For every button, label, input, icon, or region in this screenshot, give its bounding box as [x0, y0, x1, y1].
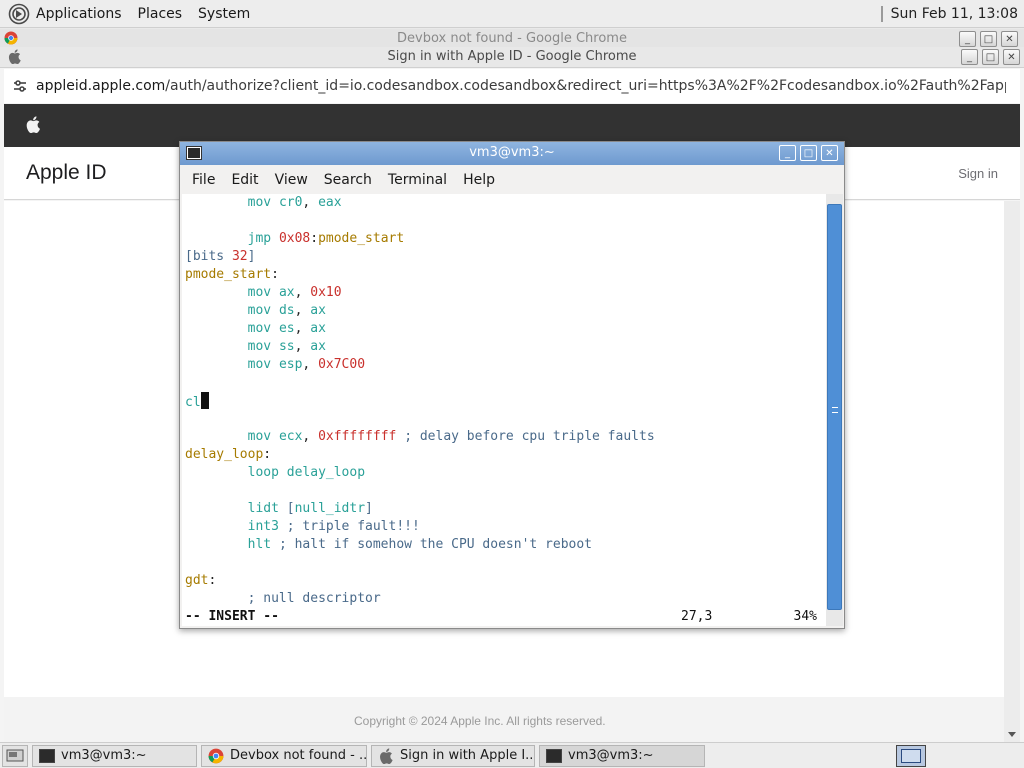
terminal-icon [39, 748, 55, 763]
menu-help[interactable]: Help [455, 172, 503, 188]
applications-menu-label: Applications [36, 5, 122, 22]
code-line: int3 ; triple fault!!! [247, 519, 420, 534]
page-scrollbar[interactable] [1004, 201, 1020, 742]
minimize-button[interactable]: _ [961, 49, 978, 65]
clock-label: Sun Feb 11, 13:08 [890, 5, 1018, 22]
code-line: mov ds, ax [247, 303, 326, 318]
menu-view[interactable]: View [267, 172, 316, 188]
workspace-1[interactable] [901, 748, 921, 763]
places-menu-label: Places [137, 5, 183, 22]
applications-menu[interactable]: Applications [0, 0, 130, 28]
menu-search[interactable]: Search [316, 172, 380, 188]
workspace-switcher[interactable] [896, 744, 926, 767]
code-line: jmp 0x08:pmode_start [247, 231, 405, 246]
code-line: delay_loop: [185, 447, 272, 462]
chrome-icon [208, 748, 224, 763]
bg-close-button[interactable]: ✕ [1001, 31, 1018, 47]
show-desktop-icon [6, 749, 24, 761]
terminal-screen[interactable]: mov cr0, eax jmp 0x08:pmode_start [bits … [182, 194, 826, 626]
cursor-position: 27,3 [681, 609, 713, 624]
code-line: mov cr0, eax [247, 195, 342, 210]
code-line: mov ss, ax [247, 339, 326, 354]
code-line: loop delay_loop [247, 465, 366, 480]
menu-file[interactable]: File [184, 172, 223, 188]
show-desktop-button[interactable] [2, 744, 28, 767]
apple-logo-icon[interactable] [26, 116, 40, 133]
terminal-scroll-thumb[interactable] [827, 204, 842, 610]
distro-logo-icon [8, 3, 30, 24]
address-bar[interactable]: appleid.apple.com/auth/authorize?client_… [4, 69, 1020, 103]
terminal-window: vm3@vm3:~ _ □ ✕ File Edit View Search Te… [179, 141, 845, 629]
code-line: mov ecx, 0xffffffff ; delay before cpu t… [247, 429, 655, 444]
terminal-scrollbar[interactable] [826, 194, 843, 626]
bottom-taskbar: vm3@vm3:~ Devbox not found - ... Sign in… [0, 742, 1024, 768]
terminal-title: vm3@vm3:~ [469, 145, 555, 160]
apple-icon [380, 747, 393, 764]
task-label: vm3@vm3:~ [568, 748, 654, 763]
code-line: gdt: [185, 573, 217, 588]
code-line: mov esp, 0x7C00 [247, 357, 366, 372]
code-line: ; null descriptor [247, 591, 381, 606]
scroll-down-arrow-icon[interactable] [1008, 732, 1016, 737]
bg-maximize-button[interactable]: □ [980, 31, 997, 47]
text-cursor [200, 392, 209, 409]
background-window-titlebar[interactable]: Devbox not found - Google Chrome _ □ ✕ [0, 29, 1024, 48]
terminal-minimize-button[interactable]: _ [779, 145, 796, 161]
maximize-button[interactable]: □ [982, 49, 999, 65]
code-line: mov es, ax [247, 321, 326, 336]
terminal-icon [546, 748, 562, 763]
chrome-titlebar[interactable]: Sign in with Apple ID - Google Chrome _ … [0, 47, 1024, 68]
task-label: Sign in with Apple I... [400, 748, 535, 763]
task-chrome-apple[interactable]: Sign in with Apple I... [371, 744, 535, 767]
places-menu[interactable]: Places [130, 0, 191, 28]
terminal-titlebar[interactable]: vm3@vm3:~ _ □ ✕ [180, 142, 844, 165]
terminal-maximize-button[interactable]: □ [800, 145, 817, 161]
code-line: [bits 32] [185, 249, 256, 264]
vim-mode: -- INSERT -- [185, 609, 279, 624]
scroll-percent: 34% [793, 609, 817, 624]
vim-status-line: -- INSERT -- 27,3 34% [185, 608, 821, 626]
code-line: pmode_start: [185, 267, 279, 282]
panel-separator [880, 5, 883, 22]
url-host: appleid.apple.com [36, 78, 166, 94]
code-line-cursor: cl [185, 392, 209, 410]
close-button[interactable]: ✕ [1003, 49, 1020, 65]
background-window-title: Devbox not found - Google Chrome [397, 31, 627, 46]
terminal-menubar: File Edit View Search Terminal Help [180, 166, 844, 193]
system-menu-label: System [198, 5, 251, 22]
page-footer: Copyright © 2024 Apple Inc. All rights r… [4, 697, 1004, 742]
url-path: /auth/authorize?client_id=io.codesandbox… [165, 78, 1006, 94]
clock[interactable]: Sun Feb 11, 13:08 [880, 5, 1024, 22]
menu-terminal[interactable]: Terminal [380, 172, 455, 188]
chrome-window-title: Sign in with Apple ID - Google Chrome [387, 49, 637, 64]
menu-edit[interactable]: Edit [223, 172, 266, 188]
task-terminal-1[interactable]: vm3@vm3:~ [32, 744, 197, 767]
task-chrome-devbox[interactable]: Devbox not found - ... [201, 744, 367, 767]
terminal-close-button[interactable]: ✕ [821, 145, 838, 161]
task-terminal-2[interactable]: vm3@vm3:~ [539, 744, 705, 767]
bg-minimize-button[interactable]: _ [959, 31, 976, 47]
sign-in-link[interactable]: Sign in [958, 166, 998, 181]
copyright-text: Copyright © 2024 Apple Inc. All rights r… [354, 714, 606, 728]
url-text[interactable]: appleid.apple.com/auth/authorize?client_… [36, 78, 1006, 94]
top-panel: Applications Places System Sun Feb 11, 1… [0, 0, 1024, 28]
task-label: Devbox not found - ... [230, 748, 367, 763]
apple-id-brand[interactable]: Apple ID [26, 161, 107, 185]
system-menu[interactable]: System [190, 0, 258, 28]
code-line: hlt ; halt if somehow the CPU doesn't re… [247, 537, 593, 552]
code-line: lidt [null_idtr] [247, 501, 373, 516]
code-line: mov ax, 0x10 [247, 285, 342, 300]
site-info-icon[interactable] [10, 76, 30, 96]
scroll-grip-icon [832, 407, 838, 413]
task-label: vm3@vm3:~ [61, 748, 147, 763]
